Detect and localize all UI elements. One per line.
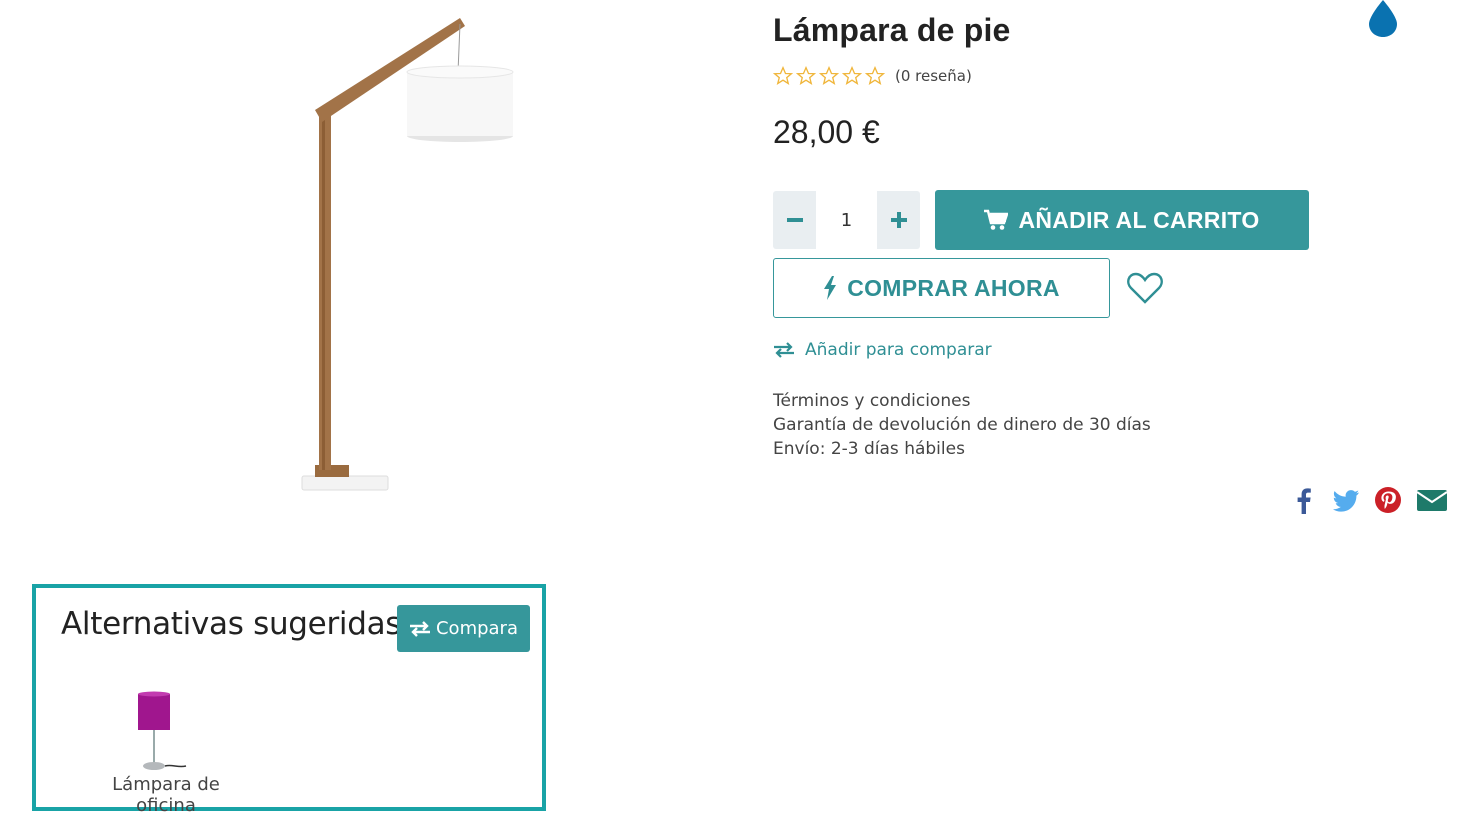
minus-icon [786, 218, 803, 222]
add-to-compare-link[interactable]: Añadir para comparar [773, 340, 992, 360]
compare-button[interactable]: Compara [397, 605, 530, 652]
bolt-icon [824, 276, 837, 300]
shopping-cart-icon [984, 209, 1009, 230]
star-icon [819, 66, 839, 85]
add-to-compare-label: Añadir para comparar [805, 340, 992, 360]
suggestions-title: Alternativas sugeridas: [61, 606, 412, 642]
product-price: 28,00 € [773, 114, 880, 150]
product-image [160, 10, 640, 510]
star-icon [796, 66, 816, 85]
product-rating[interactable]: (0 reseña) [773, 66, 972, 86]
buy-now-button[interactable]: COMPRAR AHORA [773, 258, 1110, 318]
drop-icon [1369, 0, 1397, 37]
envelope-icon[interactable] [1416, 486, 1448, 514]
product-info: Términos y condiciones Garantía de devol… [773, 389, 1151, 461]
pinterest-icon[interactable] [1374, 486, 1402, 514]
star-icon [773, 66, 793, 85]
heart-icon[interactable] [1125, 268, 1165, 308]
rating-stars [773, 66, 885, 86]
exchange-icon [409, 620, 430, 637]
add-to-cart-label: AÑADIR AL CARRITO [1018, 206, 1260, 233]
terms-text[interactable]: Términos y condiciones [773, 389, 1151, 413]
increment-button[interactable] [877, 191, 920, 249]
suggested-alternatives: Alternativas sugeridas: Compara Lámpara … [32, 584, 546, 816]
buy-now-label: COMPRAR AHORA [847, 274, 1060, 301]
share-bar [1290, 486, 1448, 514]
suggestion-thumbnail [136, 690, 188, 774]
product-title: Lámpara de pie [773, 12, 1011, 48]
quantity-input[interactable] [816, 191, 877, 249]
shipping-text: Envío: 2-3 días hábiles [773, 439, 965, 459]
facebook-icon[interactable] [1290, 486, 1318, 514]
star-icon [865, 66, 885, 85]
suggestion-item[interactable]: Lámpara de oficina [81, 690, 251, 816]
decrement-button[interactable] [773, 191, 816, 249]
compare-button-label: Compara [435, 618, 518, 639]
twitter-icon[interactable] [1332, 486, 1360, 514]
add-to-cart-button[interactable]: AÑADIR AL CARRITO [935, 190, 1309, 250]
review-count[interactable]: (0 reseña) [895, 67, 972, 85]
guarantee-text: Garantía de devolución de dinero de 30 d… [773, 415, 1151, 435]
star-icon [842, 66, 862, 85]
plus-icon [890, 212, 907, 228]
suggestion-item-name: Lámpara de oficina [112, 774, 220, 816]
exchange-icon [774, 342, 794, 358]
quantity-stepper [773, 191, 920, 249]
